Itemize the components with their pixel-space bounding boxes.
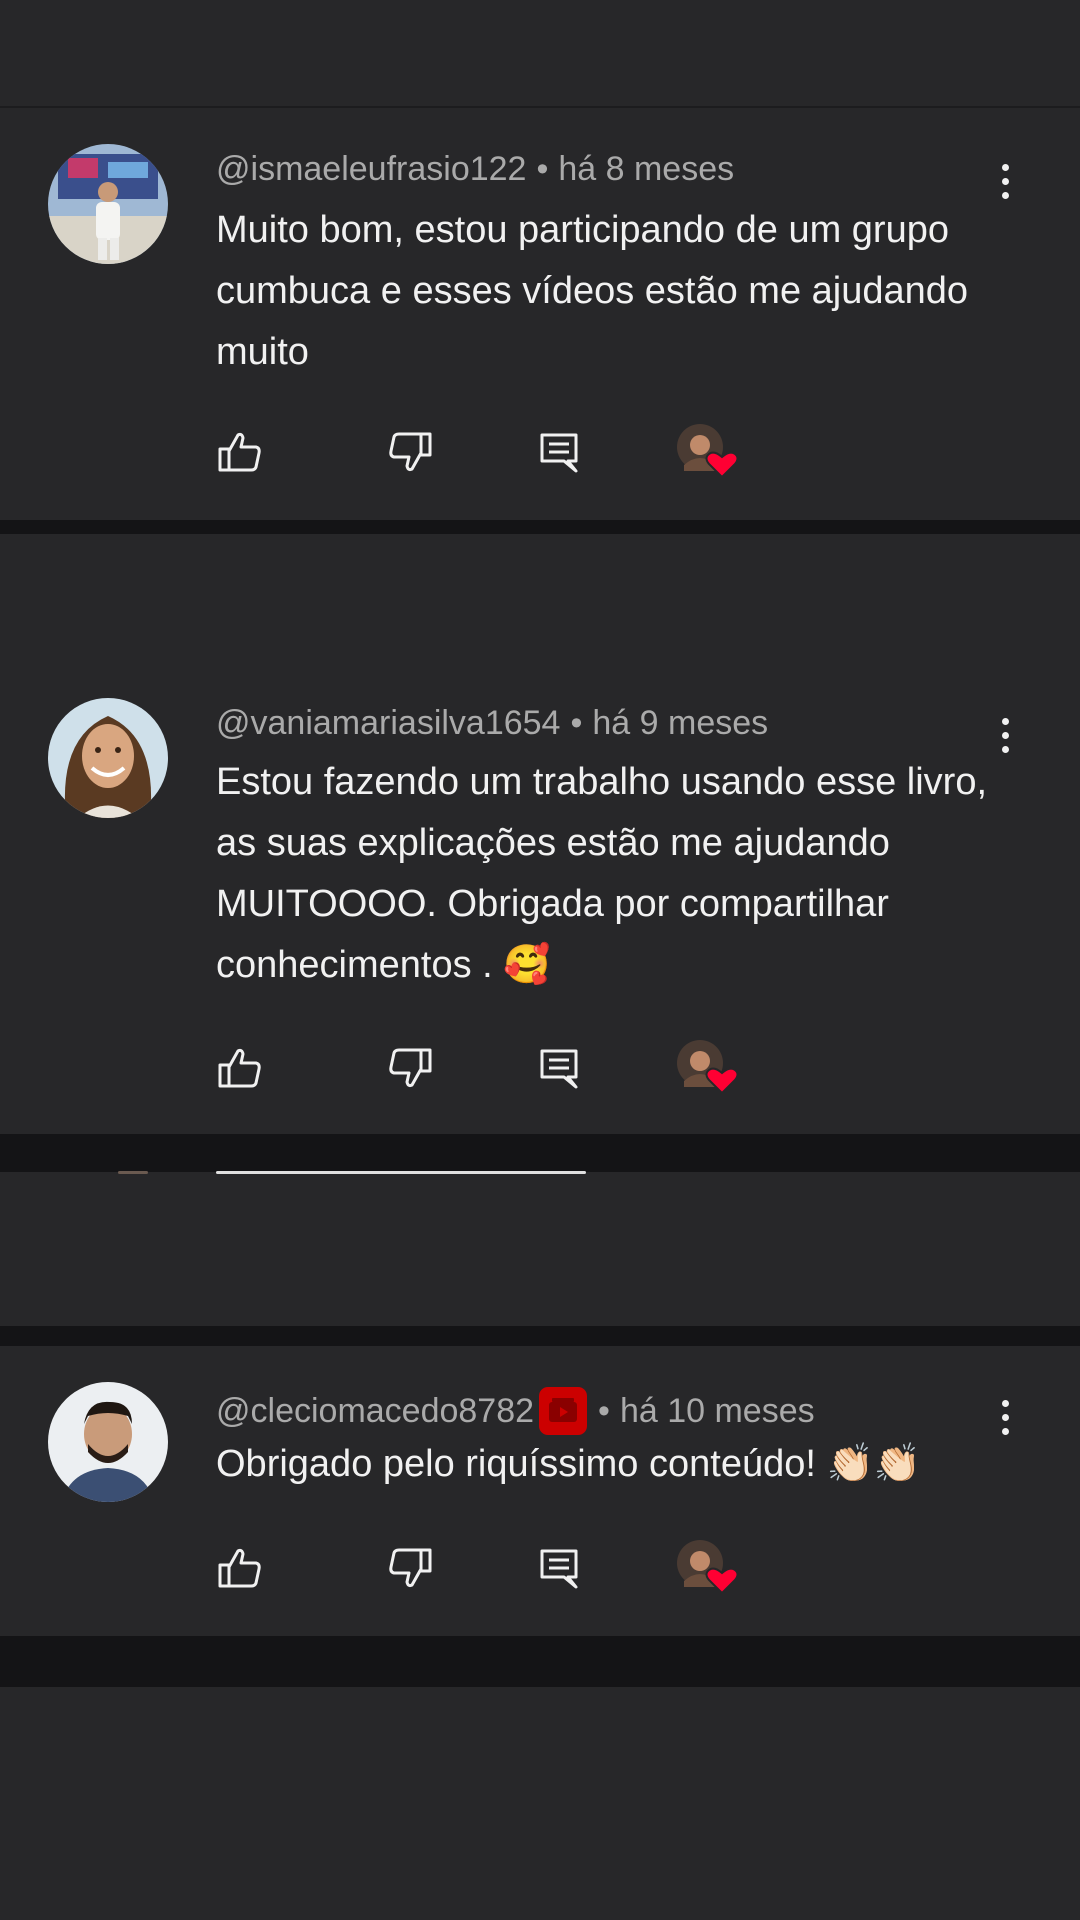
comment-card: @cleciomacedo8782 • há 10 meses Obrigado… bbox=[0, 1346, 1080, 1636]
creator-heart-icon bbox=[676, 1537, 742, 1597]
comment-meta: @vaniamariasilva1654 • há 9 meses bbox=[216, 704, 768, 743]
creator-heart-icon bbox=[676, 421, 742, 481]
avatar[interactable] bbox=[48, 144, 168, 264]
thumbs-up-icon[interactable] bbox=[216, 427, 266, 477]
top-strip bbox=[0, 0, 1080, 108]
comment-meta: @cleciomacedo8782 • há 10 meses bbox=[216, 1386, 815, 1436]
section-divider bbox=[0, 1326, 1080, 1346]
comment-meta: @ismaeleufrasio122 • há 8 meses bbox=[216, 150, 734, 189]
meta-separator: • bbox=[598, 1391, 610, 1430]
meta-separator: • bbox=[570, 704, 583, 742]
collapsed-text-edge bbox=[216, 1171, 586, 1174]
meta-separator: • bbox=[536, 150, 549, 188]
reply-icon[interactable] bbox=[534, 1043, 584, 1093]
comment-time[interactable]: há 8 meses bbox=[558, 150, 734, 189]
more-vert-icon[interactable] bbox=[990, 156, 1020, 206]
thumbs-up-icon[interactable] bbox=[216, 1543, 266, 1593]
comment-time[interactable]: há 10 meses bbox=[620, 1392, 815, 1431]
youtube-member-badge-icon bbox=[538, 1386, 588, 1436]
bottom-area bbox=[0, 1687, 1080, 1920]
comment-actions bbox=[216, 1040, 816, 1103]
comment-actions bbox=[216, 1540, 816, 1603]
creator-heart-icon bbox=[676, 1037, 742, 1097]
thumbs-up-icon[interactable] bbox=[216, 1043, 266, 1093]
comment-actions bbox=[216, 424, 816, 487]
comment-author[interactable]: @vaniamariasilva1654 bbox=[216, 704, 560, 743]
comment-author[interactable]: @cleciomacedo8782 bbox=[216, 1392, 534, 1431]
section-divider bbox=[0, 1636, 1080, 1687]
comment-card: @vaniamariasilva1654 • há 9 meses Estou … bbox=[0, 534, 1080, 1134]
comment-text: Obrigado pelo riquíssimo conteúdo! 👏🏻👏🏻 bbox=[216, 1443, 922, 1485]
thumbs-down-icon[interactable] bbox=[384, 427, 434, 477]
comment-author[interactable]: @ismaeleufrasio122 bbox=[216, 150, 526, 189]
comment-text: Estou fazendo um trabalho usando esse li… bbox=[216, 761, 988, 986]
avatar[interactable] bbox=[48, 1382, 168, 1502]
avatar[interactable] bbox=[48, 698, 168, 818]
collapsed-row bbox=[0, 1172, 1080, 1326]
comment-time[interactable]: há 9 meses bbox=[592, 704, 768, 743]
section-divider bbox=[0, 1134, 1080, 1172]
reply-icon[interactable] bbox=[534, 427, 584, 477]
section-divider bbox=[0, 520, 1080, 534]
collapsed-avatar-edge bbox=[118, 1171, 148, 1174]
comment-text: Muito bom, estou participando de um grup… bbox=[216, 209, 969, 373]
thumbs-down-icon[interactable] bbox=[384, 1043, 434, 1093]
reply-icon[interactable] bbox=[534, 1543, 584, 1593]
thumbs-down-icon[interactable] bbox=[384, 1543, 434, 1593]
comment-card: @ismaeleufrasio122 • há 8 meses Muito bo… bbox=[0, 110, 1080, 520]
